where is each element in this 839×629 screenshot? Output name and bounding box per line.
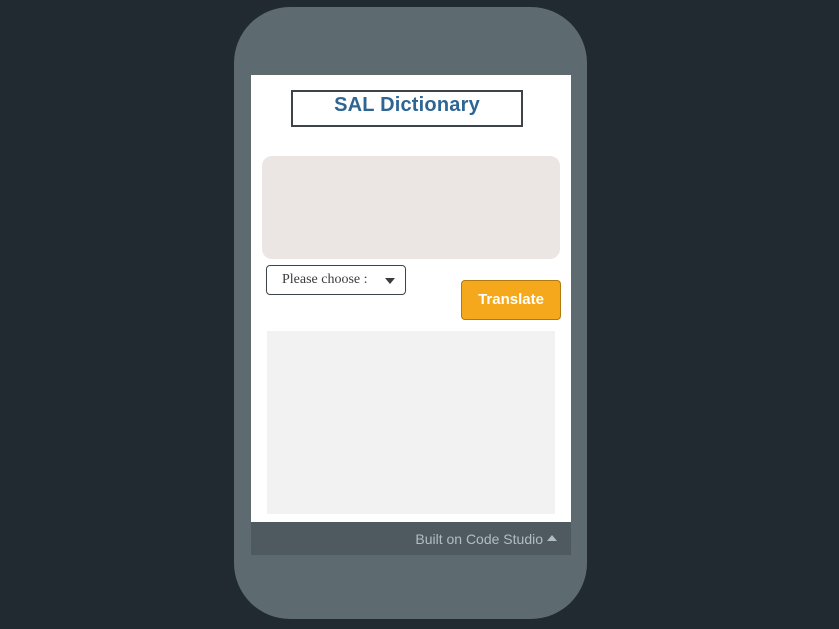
footer-text: Built on Code Studio (415, 531, 543, 547)
chevron-down-icon (385, 278, 395, 284)
title-box: SAL Dictionary (291, 90, 523, 127)
translate-button[interactable]: Translate (461, 280, 561, 320)
language-dropdown[interactable]: Please choose : (266, 265, 406, 295)
built-on-code-studio-link[interactable]: Built on Code Studio (415, 531, 557, 547)
translation-output (267, 331, 555, 514)
caret-up-icon (547, 535, 557, 541)
app-screen: SAL Dictionary Please choose : Translate (251, 75, 571, 522)
page-title: SAL Dictionary (334, 94, 480, 116)
word-input[interactable] (262, 156, 560, 259)
language-dropdown-value: Please choose : (282, 272, 368, 287)
footer-bar: Built on Code Studio (251, 522, 571, 555)
